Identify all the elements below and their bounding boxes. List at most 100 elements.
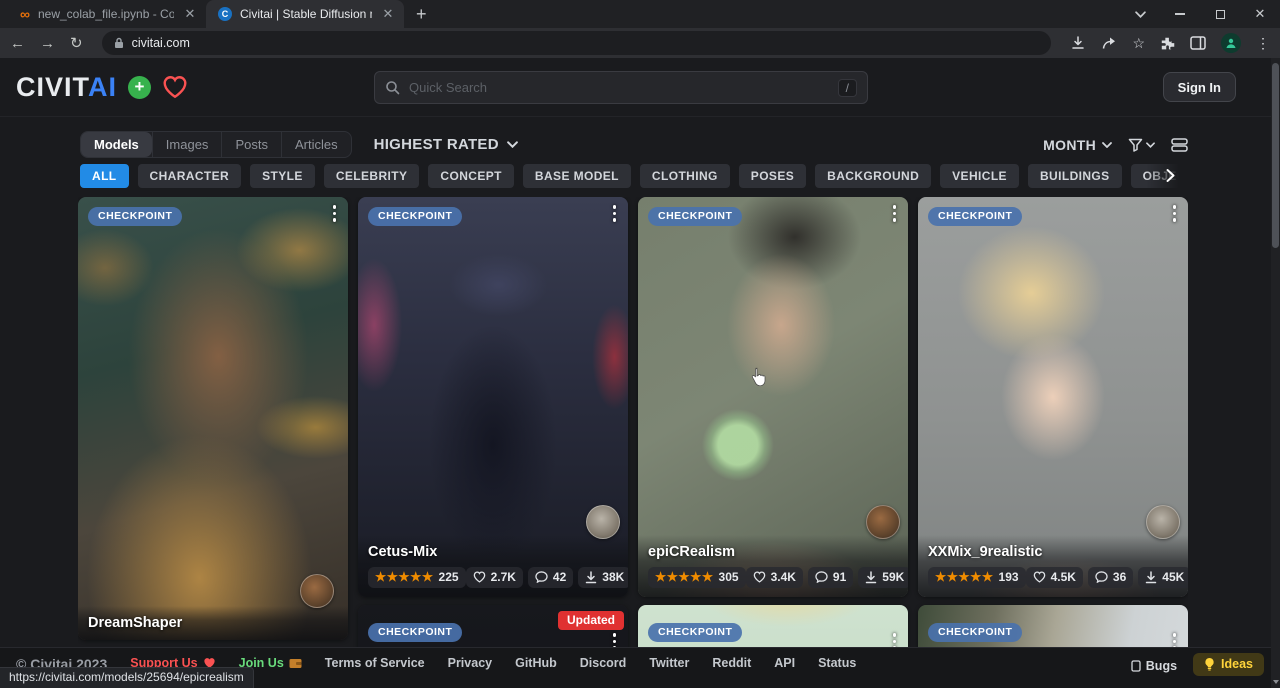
- category-chip-concept[interactable]: CONCEPT: [428, 164, 513, 188]
- civitai-browser-window: ∞ new_colab_file.ipynb - Colaborat ✕ C C…: [0, 0, 1280, 688]
- browser-profile-avatar[interactable]: [1221, 33, 1241, 53]
- star-rating-icons: ★★★★★: [655, 571, 714, 584]
- tab-articles[interactable]: Articles: [281, 132, 351, 157]
- rating-pill[interactable]: ★★★★★ 225: [368, 567, 466, 588]
- sort-dropdown[interactable]: HIGHEST RATED: [374, 136, 518, 153]
- more-options-icon[interactable]: [333, 205, 337, 222]
- model-card-row2[interactable]: Updated CHECKPOINT: [358, 605, 628, 647]
- civitai-logo[interactable]: CIVITAI: [16, 72, 117, 103]
- model-card-row2[interactable]: CHECKPOINT: [918, 605, 1188, 647]
- more-options-icon[interactable]: [1173, 205, 1177, 222]
- tab-images[interactable]: Images: [152, 132, 222, 157]
- tab-posts[interactable]: Posts: [221, 132, 281, 157]
- model-card-epicrealism[interactable]: CHECKPOINT epiCRealism ★★★★★ 305 3.4K: [638, 197, 908, 597]
- model-type-badge[interactable]: CHECKPOINT: [648, 207, 742, 226]
- model-card-cetus-mix[interactable]: CHECKPOINT Cetus-Mix ★★★★★ 225 2.7K: [358, 197, 628, 597]
- minimize-button[interactable]: [1160, 0, 1200, 28]
- category-chip-style[interactable]: STYLE: [250, 164, 315, 188]
- maximize-button[interactable]: [1200, 0, 1240, 28]
- sign-in-button[interactable]: Sign In: [1163, 72, 1236, 102]
- model-card-dreamshaper[interactable]: CHECKPOINT DreamShaper: [78, 197, 348, 640]
- category-chip-character[interactable]: CHARACTER: [138, 164, 242, 188]
- comments-pill[interactable]: 42: [528, 567, 573, 588]
- share-icon[interactable]: [1101, 35, 1117, 51]
- comments-pill[interactable]: 91: [808, 567, 853, 588]
- category-chip-all[interactable]: ALL: [80, 164, 129, 188]
- likes-count: 2.7K: [491, 570, 516, 584]
- side-panel-icon[interactable]: [1190, 36, 1206, 50]
- comments-pill[interactable]: 36: [1088, 567, 1133, 588]
- new-tab-button[interactable]: +: [416, 4, 427, 25]
- scrollbar-thumb[interactable]: [1272, 63, 1279, 248]
- downloads-icon[interactable]: [1070, 35, 1086, 51]
- back-button[interactable]: ←: [10, 36, 25, 51]
- scrollbar-down-arrow-icon[interactable]: [1273, 680, 1279, 684]
- footer-link-discord[interactable]: Discord: [580, 656, 627, 670]
- ideas-button[interactable]: Ideas: [1193, 653, 1264, 676]
- downloads-pill[interactable]: 59K: [858, 567, 908, 588]
- filter-dropdown[interactable]: [1128, 138, 1155, 152]
- extensions-puzzle-icon[interactable]: [1160, 36, 1175, 51]
- more-options-icon[interactable]: [1173, 633, 1177, 647]
- likes-pill[interactable]: 3.4K: [746, 567, 803, 588]
- model-type-badge[interactable]: CHECKPOINT: [648, 623, 742, 642]
- card-stats: ★★★★★ 193 4.5K 36: [928, 567, 1178, 588]
- footer-link-github[interactable]: GitHub: [515, 656, 557, 670]
- model-type-badge[interactable]: CHECKPOINT: [928, 623, 1022, 642]
- reload-button[interactable]: ↻: [70, 36, 83, 51]
- period-dropdown[interactable]: MONTH: [1043, 137, 1112, 153]
- more-options-icon[interactable]: [613, 205, 617, 222]
- upload-plus-button[interactable]: +: [128, 76, 151, 99]
- close-window-button[interactable]: ✕: [1240, 0, 1280, 28]
- footer-link-twitter[interactable]: Twitter: [649, 656, 689, 670]
- model-type-badge[interactable]: CHECKPOINT: [368, 207, 462, 226]
- category-chip-vehicle[interactable]: VEHICLE: [940, 164, 1019, 188]
- model-card-row2[interactable]: CHECKPOINT: [638, 605, 908, 647]
- bugs-link[interactable]: Bugs: [1131, 659, 1177, 673]
- model-type-badge[interactable]: CHECKPOINT: [88, 207, 182, 226]
- footer-link-privacy[interactable]: Privacy: [448, 656, 492, 670]
- creator-avatar[interactable]: [866, 505, 900, 539]
- creator-avatar[interactable]: [1146, 505, 1180, 539]
- model-card-xxmix[interactable]: CHECKPOINT XXMix_9realistic ★★★★★ 193: [918, 197, 1188, 597]
- footer-link-reddit[interactable]: Reddit: [712, 656, 751, 670]
- chevron-right-icon: [1166, 168, 1175, 183]
- rating-pill[interactable]: ★★★★★ 193: [928, 567, 1026, 588]
- rating-pill[interactable]: ★★★★★ 305: [648, 567, 746, 588]
- category-chip-celebrity[interactable]: CELEBRITY: [324, 164, 420, 188]
- tab-models[interactable]: Models: [81, 132, 152, 157]
- category-chip-buildings[interactable]: BUILDINGS: [1028, 164, 1122, 188]
- bookmark-star-icon[interactable]: ☆: [1132, 35, 1145, 52]
- window-menu-chevron-icon[interactable]: [1120, 0, 1160, 28]
- tab-close-icon[interactable]: ✕: [182, 6, 198, 22]
- model-type-badge[interactable]: CHECKPOINT: [928, 207, 1022, 226]
- category-chip-background[interactable]: BACKGROUND: [815, 164, 931, 188]
- chips-next-arrow[interactable]: [1166, 168, 1175, 183]
- browser-menu-icon[interactable]: ⋮: [1256, 35, 1270, 52]
- favorites-heart-icon[interactable]: [162, 75, 188, 99]
- more-options-icon[interactable]: [893, 205, 897, 222]
- category-chip-clothing[interactable]: CLOTHING: [640, 164, 730, 188]
- likes-pill[interactable]: 2.7K: [466, 567, 523, 588]
- likes-pill[interactable]: 4.5K: [1026, 567, 1083, 588]
- layout-toggle-icon[interactable]: [1171, 138, 1188, 152]
- tab-close-icon[interactable]: ✕: [380, 6, 396, 22]
- category-chip-poses[interactable]: POSES: [739, 164, 806, 188]
- page-scrollbar[interactable]: [1271, 58, 1280, 688]
- model-type-badge[interactable]: CHECKPOINT: [368, 623, 462, 642]
- category-chip-base-model[interactable]: BASE MODEL: [523, 164, 631, 188]
- forward-button[interactable]: →: [40, 36, 55, 51]
- more-options-icon[interactable]: [893, 633, 897, 647]
- footer-link-terms[interactable]: Terms of Service: [325, 656, 425, 670]
- more-options-icon[interactable]: [613, 633, 617, 647]
- footer-link-status[interactable]: Status: [818, 656, 856, 670]
- downloads-pill[interactable]: 38K: [578, 567, 628, 588]
- address-bar[interactable]: civitai.com: [102, 31, 1052, 55]
- downloads-pill[interactable]: 45K: [1138, 567, 1188, 588]
- footer-link-api[interactable]: API: [774, 656, 795, 670]
- browser-tab-colab[interactable]: ∞ new_colab_file.ipynb - Colaborat ✕: [8, 0, 206, 28]
- browser-tab-civitai[interactable]: C Civitai | Stable Diffusion models, ✕: [206, 0, 404, 28]
- quick-search-input[interactable]: Quick Search /: [374, 71, 868, 104]
- creator-avatar[interactable]: [300, 574, 334, 608]
- creator-avatar[interactable]: [586, 505, 620, 539]
